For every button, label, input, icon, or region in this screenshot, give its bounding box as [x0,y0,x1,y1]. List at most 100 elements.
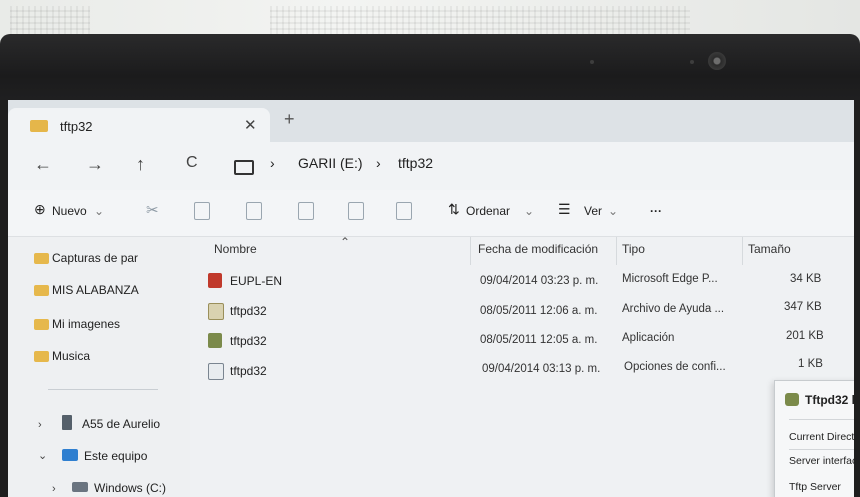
file-modified: 08/05/2011 12:06 a. m. [480,305,598,317]
column-header-size[interactable]: Tamaño [748,242,791,256]
nav-folder-mi-imagenes[interactable]: Mi imagenes [34,317,121,331]
share-icon[interactable] [348,202,364,220]
nav-item-label: MIS ALABANZA [52,283,139,297]
breadcrumb-drive[interactable]: GARII (E:) [298,155,363,171]
expand-chevron[interactable]: › [52,483,56,495]
file-name: tftpd32 [230,364,267,378]
breadcrumb-folder[interactable]: tftp32 [398,155,433,171]
tftp-server-tab[interactable]: Tftp Server [789,481,841,493]
close-tab-button[interactable]: ✕ [244,116,257,134]
sort-icon: ⇅ [448,201,460,217]
file-type: Aplicación [622,332,675,344]
file-size: 347 KB [784,301,822,313]
config-file-icon [208,363,224,380]
server-interface-label: Server interface [789,455,854,467]
sort-button[interactable]: Ordenar [466,204,510,218]
bezel-left [0,100,8,497]
up-button[interactable]: ↑ [136,154,145,175]
chevron-down-icon: ⌄ [524,204,535,218]
nav-item-este-equipo[interactable]: Este equipo [84,449,147,463]
nav-item-label: Mi imagenes [52,317,121,331]
folder-icon [30,120,48,132]
nav-folder-capturas[interactable]: Capturas de par [34,251,139,265]
bezel-right [854,100,860,497]
column-divider [742,237,743,265]
phone-icon [62,415,72,430]
navigation-pane: Capturas de par MIS ALABANZA Mi imagenes… [8,237,190,497]
file-size: 34 KB [790,273,822,285]
wall-tile [10,6,90,36]
nav-folder-mis-alabanza[interactable]: MIS ALABANZA [34,283,139,297]
file-type: Opciones de confi... [624,361,726,373]
rename-icon[interactable] [298,202,314,220]
copy-icon[interactable] [194,202,210,220]
view-button[interactable]: Ver [584,204,602,218]
folder-icon [34,285,49,296]
cut-icon[interactable]: ✂ [146,201,159,219]
delete-icon[interactable] [396,202,412,220]
refresh-button[interactable]: C [186,154,198,172]
sensor-dot [590,60,594,64]
pdf-icon [208,273,222,288]
file-modified: 09/04/2014 03:13 p. m. [482,363,601,375]
drive-icon [72,482,88,492]
app-icon [785,393,799,406]
nav-divider [48,389,158,390]
sort-ascending-icon: ⌃ [340,235,351,249]
help-file-icon [208,303,224,320]
file-list: Nombre ⌃ Fecha de modificación Tipo Tama… [190,235,854,497]
breadcrumb-separator: › [270,155,275,171]
paste-icon[interactable] [246,202,262,220]
nav-folder-musica[interactable]: Musica [34,349,91,363]
file-type: Archivo de Ayuda ... [622,303,725,315]
command-bar: ⊕ Nuevo ⌄ ✂ ⇅ Ordenar ⌄ ☰ Ver ⌄ ··· [8,190,854,237]
window-title: Tftpd32 b [805,393,854,407]
tftpd32-window[interactable]: Tftpd32 b Current Directo Server interfa… [774,380,854,497]
divider [789,419,854,420]
chevron-down-icon: ⌄ [94,204,105,218]
nav-item-label: Capturas de par [52,251,139,265]
laptop-bezel [0,34,860,104]
view-icon: ☰ [558,201,571,217]
column-divider [470,237,471,265]
plus-circle-icon: ⊕ [34,201,46,217]
folder-icon [34,319,49,330]
current-directory-label: Current Directo [789,431,854,443]
nav-item-windows-c[interactable]: Windows (C:) [94,481,166,495]
file-modified: 09/04/2014 03:23 p. m. [480,275,599,287]
wall-tile [270,6,690,36]
webcam [708,52,726,70]
expand-chevron[interactable]: › [38,419,42,431]
nav-item-label: Musica [52,349,91,363]
monitor-icon [234,160,254,175]
file-modified: 08/05/2011 12:05 a. m. [480,334,598,346]
computer-icon [62,449,78,461]
file-name: tftpd32 [230,304,267,318]
nav-item-a55[interactable]: A55 de Aurelio [82,417,160,431]
column-header-type[interactable]: Tipo [622,242,645,256]
file-name: EUPL-EN [230,274,283,288]
tab-bar: tftp32 ✕ + [8,100,854,142]
breadcrumb-separator: › [376,155,381,171]
divider [789,449,854,450]
folder-icon [34,351,49,362]
address-bar: ← → ↑ C › GARII (E:) › tftp32 [8,142,854,190]
back-button[interactable]: ← [34,154,52,175]
chevron-down-icon: ⌄ [608,204,619,218]
file-explorer-window: tftp32 ✕ + ← → ↑ C › GARII (E:) › tftp32… [8,100,854,497]
folder-icon [34,253,49,264]
forward-button[interactable]: → [86,154,104,175]
new-button[interactable]: Nuevo [52,204,87,218]
column-header-modified[interactable]: Fecha de modificación [478,242,598,256]
column-header-name[interactable]: Nombre [214,242,257,256]
new-tab-button[interactable]: + [284,109,295,130]
column-divider [616,237,617,265]
file-type: Microsoft Edge P... [622,273,718,285]
app-icon [208,333,222,348]
sensor-dot [690,60,694,64]
file-size: 201 KB [786,330,824,342]
tab-tftp32[interactable]: tftp32 ✕ [8,108,270,142]
tab-title: tftp32 [60,119,93,134]
collapse-chevron[interactable]: ⌄ [38,449,47,462]
more-options-button[interactable]: ··· [650,204,662,218]
